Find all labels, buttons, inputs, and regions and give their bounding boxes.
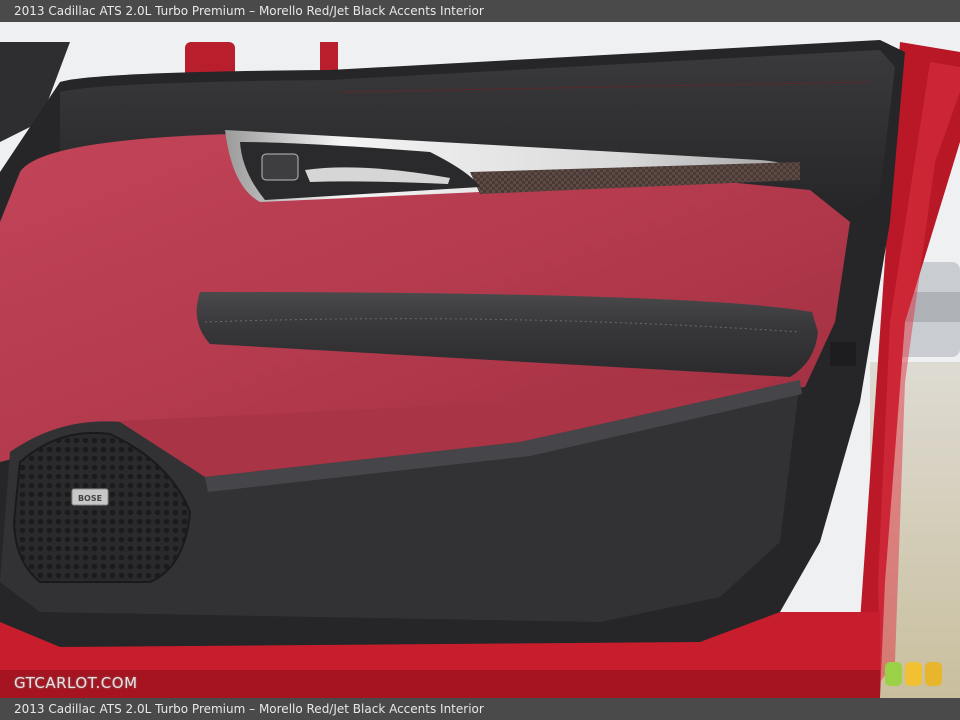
- caption-text-bottom: 2013 Cadillac ATS 2.0L Turbo Premium – M…: [14, 702, 484, 716]
- car-door-photo: BOSE: [0, 22, 960, 698]
- bose-badge-text: BOSE: [78, 494, 102, 503]
- watermark: GTCARLOT.COM: [14, 674, 138, 692]
- caption-text: 2013 Cadillac ATS 2.0L Turbo Premium – M…: [14, 4, 484, 18]
- bubble-green-icon: [885, 662, 902, 686]
- caption-bar-top: 2013 Cadillac ATS 2.0L Turbo Premium – M…: [0, 0, 960, 22]
- bubble-orange-icon: [925, 662, 942, 686]
- caption-bar-bottom: 2013 Cadillac ATS 2.0L Turbo Premium – M…: [0, 698, 960, 720]
- rating-bubbles: [885, 658, 945, 688]
- bubble-yellow-icon: [905, 662, 922, 686]
